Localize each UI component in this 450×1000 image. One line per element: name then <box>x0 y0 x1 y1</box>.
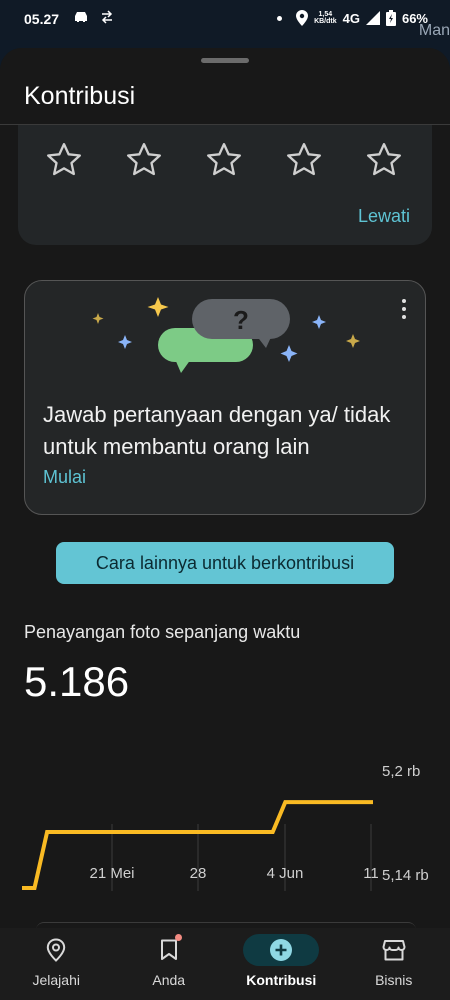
speed-unit: KB/dtk <box>314 18 337 25</box>
page-title: Kontribusi <box>24 82 136 110</box>
battery-charging-icon <box>385 10 396 26</box>
add-circle-icon <box>270 939 293 961</box>
question-card: ? Jawab pertanyaan dengan ya/ tidak untu… <box>24 280 426 515</box>
nav-label: Kontribusi <box>246 972 317 988</box>
start-link[interactable]: Mulai <box>43 467 86 488</box>
divider <box>0 124 450 125</box>
network-type: 4G <box>342 10 360 26</box>
question-prompt: Jawab pertanyaan dengan ya/ tidak untuk … <box>43 402 391 459</box>
photo-views-chart: 5,2 rb 5,14 rb 21 Mei 28 4 Jun 11 <box>22 763 429 891</box>
rating-card: Lewati <box>18 118 432 245</box>
nav-label: Jelajahi <box>32 972 80 988</box>
star-icon[interactable] <box>204 140 244 180</box>
nav-label: Bisnis <box>375 972 413 988</box>
signal-icon <box>365 11 380 25</box>
nav-you[interactable]: Anda <box>113 928 226 1000</box>
bookmark-icon <box>160 939 177 960</box>
skip-link[interactable]: Lewati <box>358 206 410 227</box>
nav-contribute[interactable]: Kontribusi <box>225 928 338 1000</box>
storefront-icon <box>382 940 406 961</box>
map-peek-text: Man <box>418 22 450 39</box>
x-tick-label: 28 <box>190 865 207 882</box>
nav-explore[interactable]: Jelajahi <box>0 928 113 1000</box>
more-options-icon[interactable] <box>401 299 407 319</box>
photo-views-value: 5.186 <box>24 658 130 705</box>
drag-handle-bar <box>201 58 249 63</box>
photo-views-label: Penayangan foto sepanjang waktu <box>24 622 301 642</box>
question-mark: ? <box>233 305 249 335</box>
bottom-navigation: Jelajahi Anda Kontribusi Bisnis <box>0 928 450 1000</box>
speed-value: 1,54 <box>318 11 333 18</box>
x-tick-label: 4 Jun <box>267 865 304 882</box>
more-ways-button[interactable]: Cara lainnya untuk berkontribusi <box>56 542 394 584</box>
star-icon[interactable] <box>44 140 84 180</box>
question-illustration: ? <box>92 297 360 373</box>
y-tick-label: 5,2 rb <box>382 763 420 780</box>
clock: 05.27 <box>24 11 60 27</box>
transfer-arrows-icon <box>101 10 113 24</box>
nav-business[interactable]: Bisnis <box>338 928 450 1000</box>
dot-icon <box>277 15 283 21</box>
location-pin-icon <box>47 938 66 962</box>
status-bar: 05.27 1,54 KB/dtk 4G 66% <box>0 0 450 40</box>
star-icon[interactable] <box>364 140 404 180</box>
contribute-sheet: Lewati Kontribusi ? Jawab pertanyaan den… <box>0 48 450 928</box>
star-icon[interactable] <box>124 140 164 180</box>
y-tick-label: 5,14 rb <box>382 867 429 884</box>
nav-label: Anda <box>152 972 186 988</box>
car-icon <box>75 12 87 22</box>
star-rating <box>44 140 404 180</box>
x-tick-label: 11 <box>363 865 379 882</box>
notification-dot <box>174 934 182 941</box>
location-icon <box>296 10 309 26</box>
x-tick-label: 21 Mei <box>89 865 134 882</box>
star-icon[interactable] <box>284 140 324 180</box>
